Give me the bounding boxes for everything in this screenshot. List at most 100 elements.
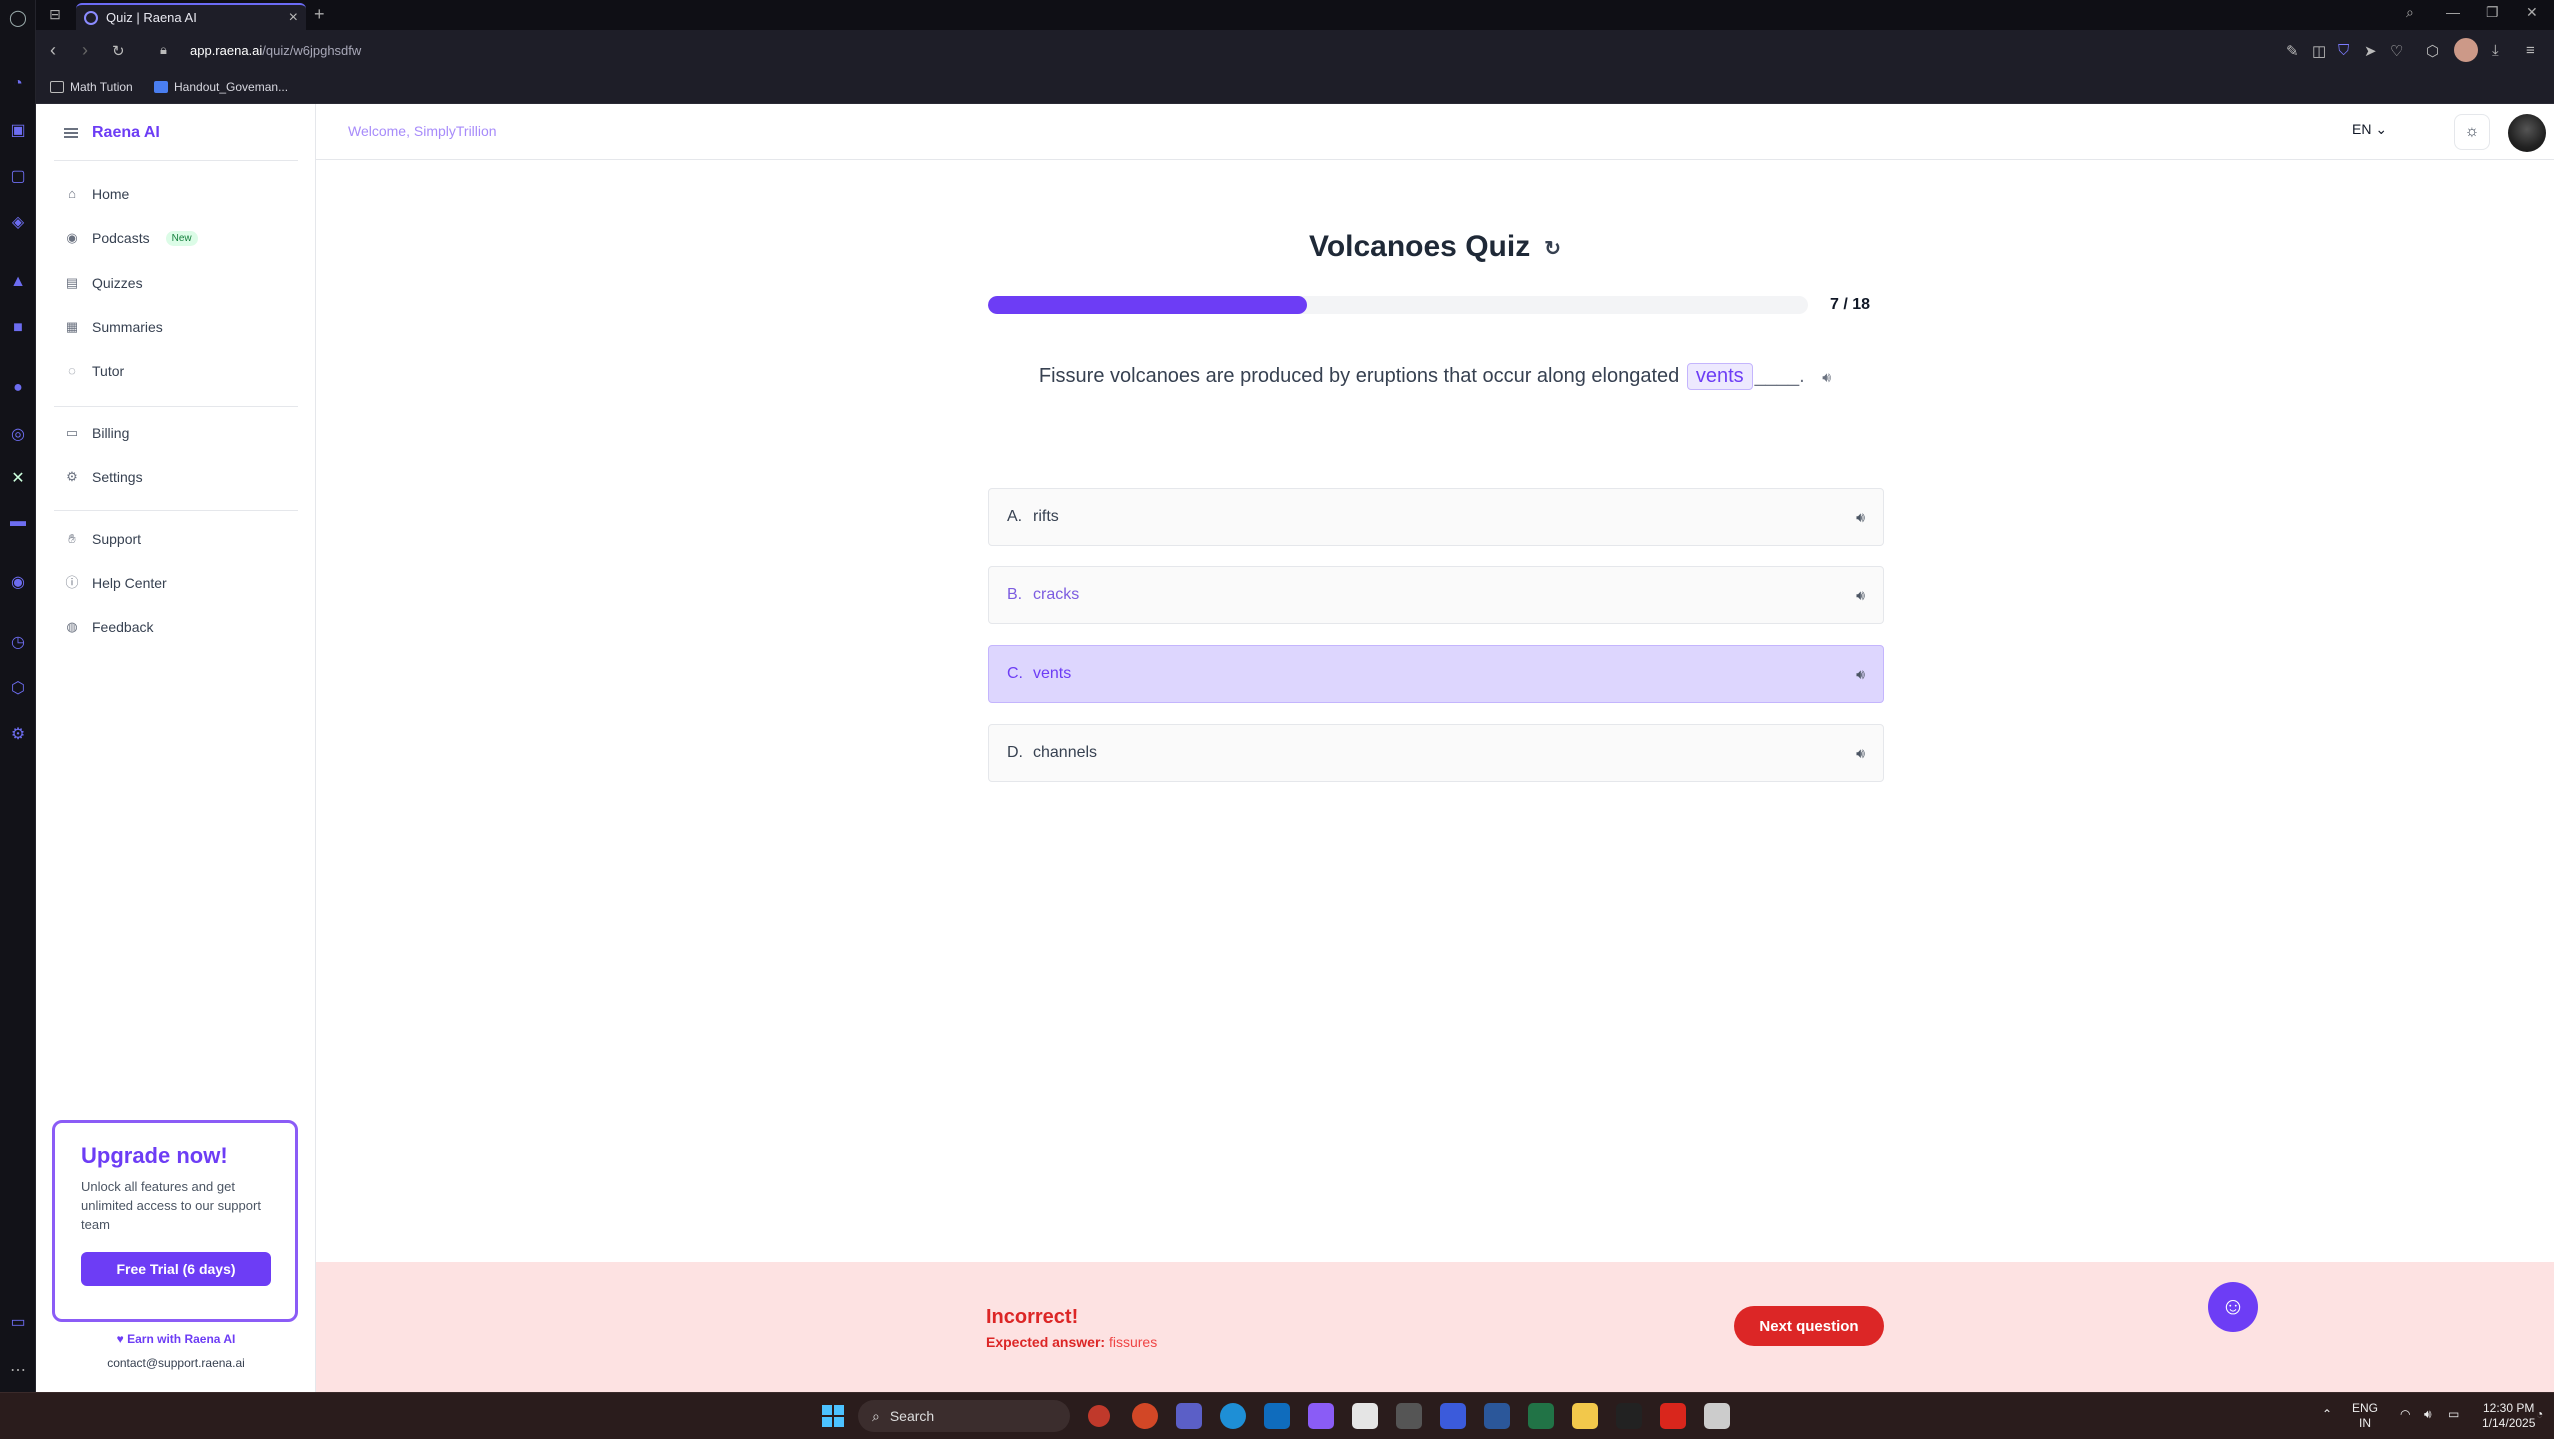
sidebar-item-home[interactable]: ⌂ Home	[64, 186, 129, 202]
minimize-icon[interactable]: —	[2446, 4, 2460, 20]
sidebar-item-feedback[interactable]: ◍ Feedback	[64, 619, 153, 635]
option-d[interactable]: D. channels 🔊︎	[988, 724, 1884, 782]
settings-icon[interactable]: ⚙	[8, 724, 28, 744]
tab-list-icon[interactable]: ⊟	[40, 6, 70, 26]
bookmark-handout[interactable]: Handout_Goveman...	[154, 80, 288, 94]
brand-name[interactable]: Raena AI	[92, 124, 160, 142]
language-select[interactable]: EN ⌄	[2352, 121, 2387, 138]
wifi-icon[interactable]: ◠	[2400, 1407, 2410, 1422]
instagram-icon[interactable]: ◎	[8, 424, 28, 444]
back-icon[interactable]: ‹	[50, 40, 56, 61]
send-icon[interactable]: ➤	[2364, 42, 2377, 60]
speaker-icon[interactable]: 🔊︎	[1856, 666, 1865, 683]
speaker-icon[interactable]: 🔊︎	[1856, 587, 1865, 604]
earn-label: Earn with Raena AI	[127, 1332, 236, 1346]
option-c[interactable]: C. vents 🔊︎	[988, 645, 1884, 703]
taskbar-search[interactable]: ⌕ Search	[858, 1400, 1070, 1432]
next-question-button[interactable]: Next question	[1734, 1306, 1884, 1346]
aria-icon[interactable]: ▲	[8, 272, 28, 292]
battery-icon[interactable]: ▭	[2448, 1407, 2459, 1422]
close-tab-icon[interactable]: ×	[289, 9, 298, 27]
messenger-icon[interactable]: ●	[8, 378, 28, 398]
sidebar-item-podcasts[interactable]: ◉ Podcasts New	[64, 230, 198, 246]
option-a[interactable]: A. rifts 🔊︎	[988, 488, 1884, 546]
cube-icon[interactable]: ⬡	[8, 678, 28, 698]
feedback-icon: ◍	[66, 619, 78, 634]
excel-taskbar-icon[interactable]	[1528, 1403, 1554, 1429]
teams-taskbar-icon[interactable]	[1176, 1403, 1202, 1429]
epic-games-taskbar-icon[interactable]	[1616, 1403, 1642, 1429]
app-icon[interactable]: ■	[8, 318, 28, 338]
history-icon[interactable]: ◷	[8, 632, 28, 652]
sidebar-item-support[interactable]: ✋︎ Support	[64, 531, 141, 547]
vpn-shield-icon[interactable]: ⛉	[2338, 42, 2349, 59]
sidebar-item-tutor[interactable]: ◌ Tutor	[64, 363, 124, 379]
x-icon[interactable]: ✕	[8, 468, 28, 488]
forward-icon[interactable]: ›	[82, 40, 88, 61]
store-taskbar-icon[interactable]	[1352, 1403, 1378, 1429]
url-field[interactable]: app.raena.ai/quiz/w6jpghsdfw	[190, 43, 361, 58]
camera-icon[interactable]: ◫	[2312, 42, 2326, 60]
quiz-title-row: Volcanoes Quiz ↻	[316, 230, 2554, 264]
outlook-taskbar-icon[interactable]	[1264, 1403, 1290, 1429]
clock[interactable]: 12:30 PM 1/14/2025	[2482, 1401, 2535, 1431]
speaker-icon[interactable]: 🔊︎	[1856, 745, 1865, 762]
sidebar-item-help-center[interactable]: ⓘ Help Center	[64, 575, 166, 591]
download-icon[interactable]: ⤓	[2492, 42, 2499, 59]
extension-icon[interactable]: ◈	[8, 212, 28, 232]
opera-taskbar-icon[interactable]	[1088, 1405, 1110, 1427]
restart-icon[interactable]: ↻	[1544, 238, 1561, 260]
language-indicator[interactable]: ENG IN	[2352, 1401, 2378, 1431]
twitch-icon[interactable]: ▢	[8, 166, 28, 186]
profile-avatar[interactable]	[2454, 38, 2478, 62]
volume-icon[interactable]: 🔊︎	[2424, 1407, 2432, 1422]
theme-toggle-button[interactable]: ☼	[2454, 114, 2490, 150]
windows-start-icon[interactable]	[822, 1405, 844, 1427]
edge-taskbar-icon[interactable]	[1220, 1403, 1246, 1429]
sidebar-item-billing[interactable]: ▭ Billing	[64, 425, 130, 441]
wallet-icon[interactable]: ▭	[8, 1312, 28, 1332]
acrobat-taskbar-icon[interactable]	[1660, 1403, 1686, 1429]
maximize-icon[interactable]: ❐	[2486, 4, 2499, 21]
new-tab-icon[interactable]: +	[314, 4, 325, 25]
search-tabs-icon[interactable]: ⌕	[2406, 4, 2414, 21]
reload-icon[interactable]: ↻	[112, 42, 125, 60]
discord-icon[interactable]: ▬	[8, 512, 28, 532]
copilot-taskbar-icon[interactable]	[1308, 1403, 1334, 1429]
bookmark-math-tution[interactable]: Math Tution	[50, 80, 133, 94]
contact-email[interactable]: contact@support.raena.ai	[36, 1356, 316, 1370]
notification-icon[interactable]: ◔	[2536, 1407, 2543, 1422]
heart-icon[interactable]: ♡	[2390, 42, 2403, 60]
spotify-icon[interactable]: ◉	[8, 572, 28, 592]
avatar[interactable]	[2508, 114, 2546, 152]
earn-link[interactable]: ♥ Earn with Raena AI	[36, 1332, 316, 1346]
app3-taskbar-icon[interactable]	[1704, 1403, 1730, 1429]
sidebar-item-label: Summaries	[92, 319, 163, 335]
speed-dial-icon[interactable]: ◔	[8, 74, 28, 94]
workspace-icon[interactable]: ▣	[8, 120, 28, 140]
powerpoint-taskbar-icon[interactable]	[1132, 1403, 1158, 1429]
word-taskbar-icon[interactable]	[1484, 1403, 1510, 1429]
app-taskbar-icon[interactable]	[1396, 1403, 1422, 1429]
upgrade-text: Unlock all features and get unlimited ac…	[81, 1179, 261, 1232]
extensions-icon[interactable]: ⬡	[2426, 42, 2439, 60]
sidebar-item-summaries[interactable]: ▦ Summaries	[64, 319, 163, 335]
file-explorer-taskbar-icon[interactable]	[1572, 1403, 1598, 1429]
menu-icon[interactable]: ≡	[2526, 42, 2535, 59]
answer-chip[interactable]: vents	[1686, 363, 1753, 390]
hamburger-menu-icon[interactable]	[64, 128, 78, 138]
free-trial-button[interactable]: Free Trial (6 days)	[81, 1252, 271, 1286]
opera-logo-icon[interactable]: ◯	[8, 8, 28, 28]
snapshot-icon[interactable]: ✎	[2286, 42, 2299, 60]
chat-support-button[interactable]: ☺	[2208, 1282, 2258, 1332]
speaker-icon[interactable]: 🔊︎	[1856, 509, 1865, 526]
more-icon[interactable]: ⋯	[8, 1360, 28, 1380]
option-b[interactable]: B. cracks 🔊︎	[988, 566, 1884, 624]
sidebar-item-settings[interactable]: ⚙ Settings	[64, 469, 142, 485]
close-window-icon[interactable]: ✕	[2526, 4, 2538, 21]
speaker-icon[interactable]: 🔊︎	[1822, 369, 1831, 385]
active-tab[interactable]: Quiz | Raena AI ×	[76, 3, 306, 30]
sidebar-item-quizzes[interactable]: ▤ Quizzes	[64, 275, 143, 291]
tray-chevron-icon[interactable]: ⌃	[2322, 1407, 2332, 1422]
app2-taskbar-icon[interactable]	[1440, 1403, 1466, 1429]
